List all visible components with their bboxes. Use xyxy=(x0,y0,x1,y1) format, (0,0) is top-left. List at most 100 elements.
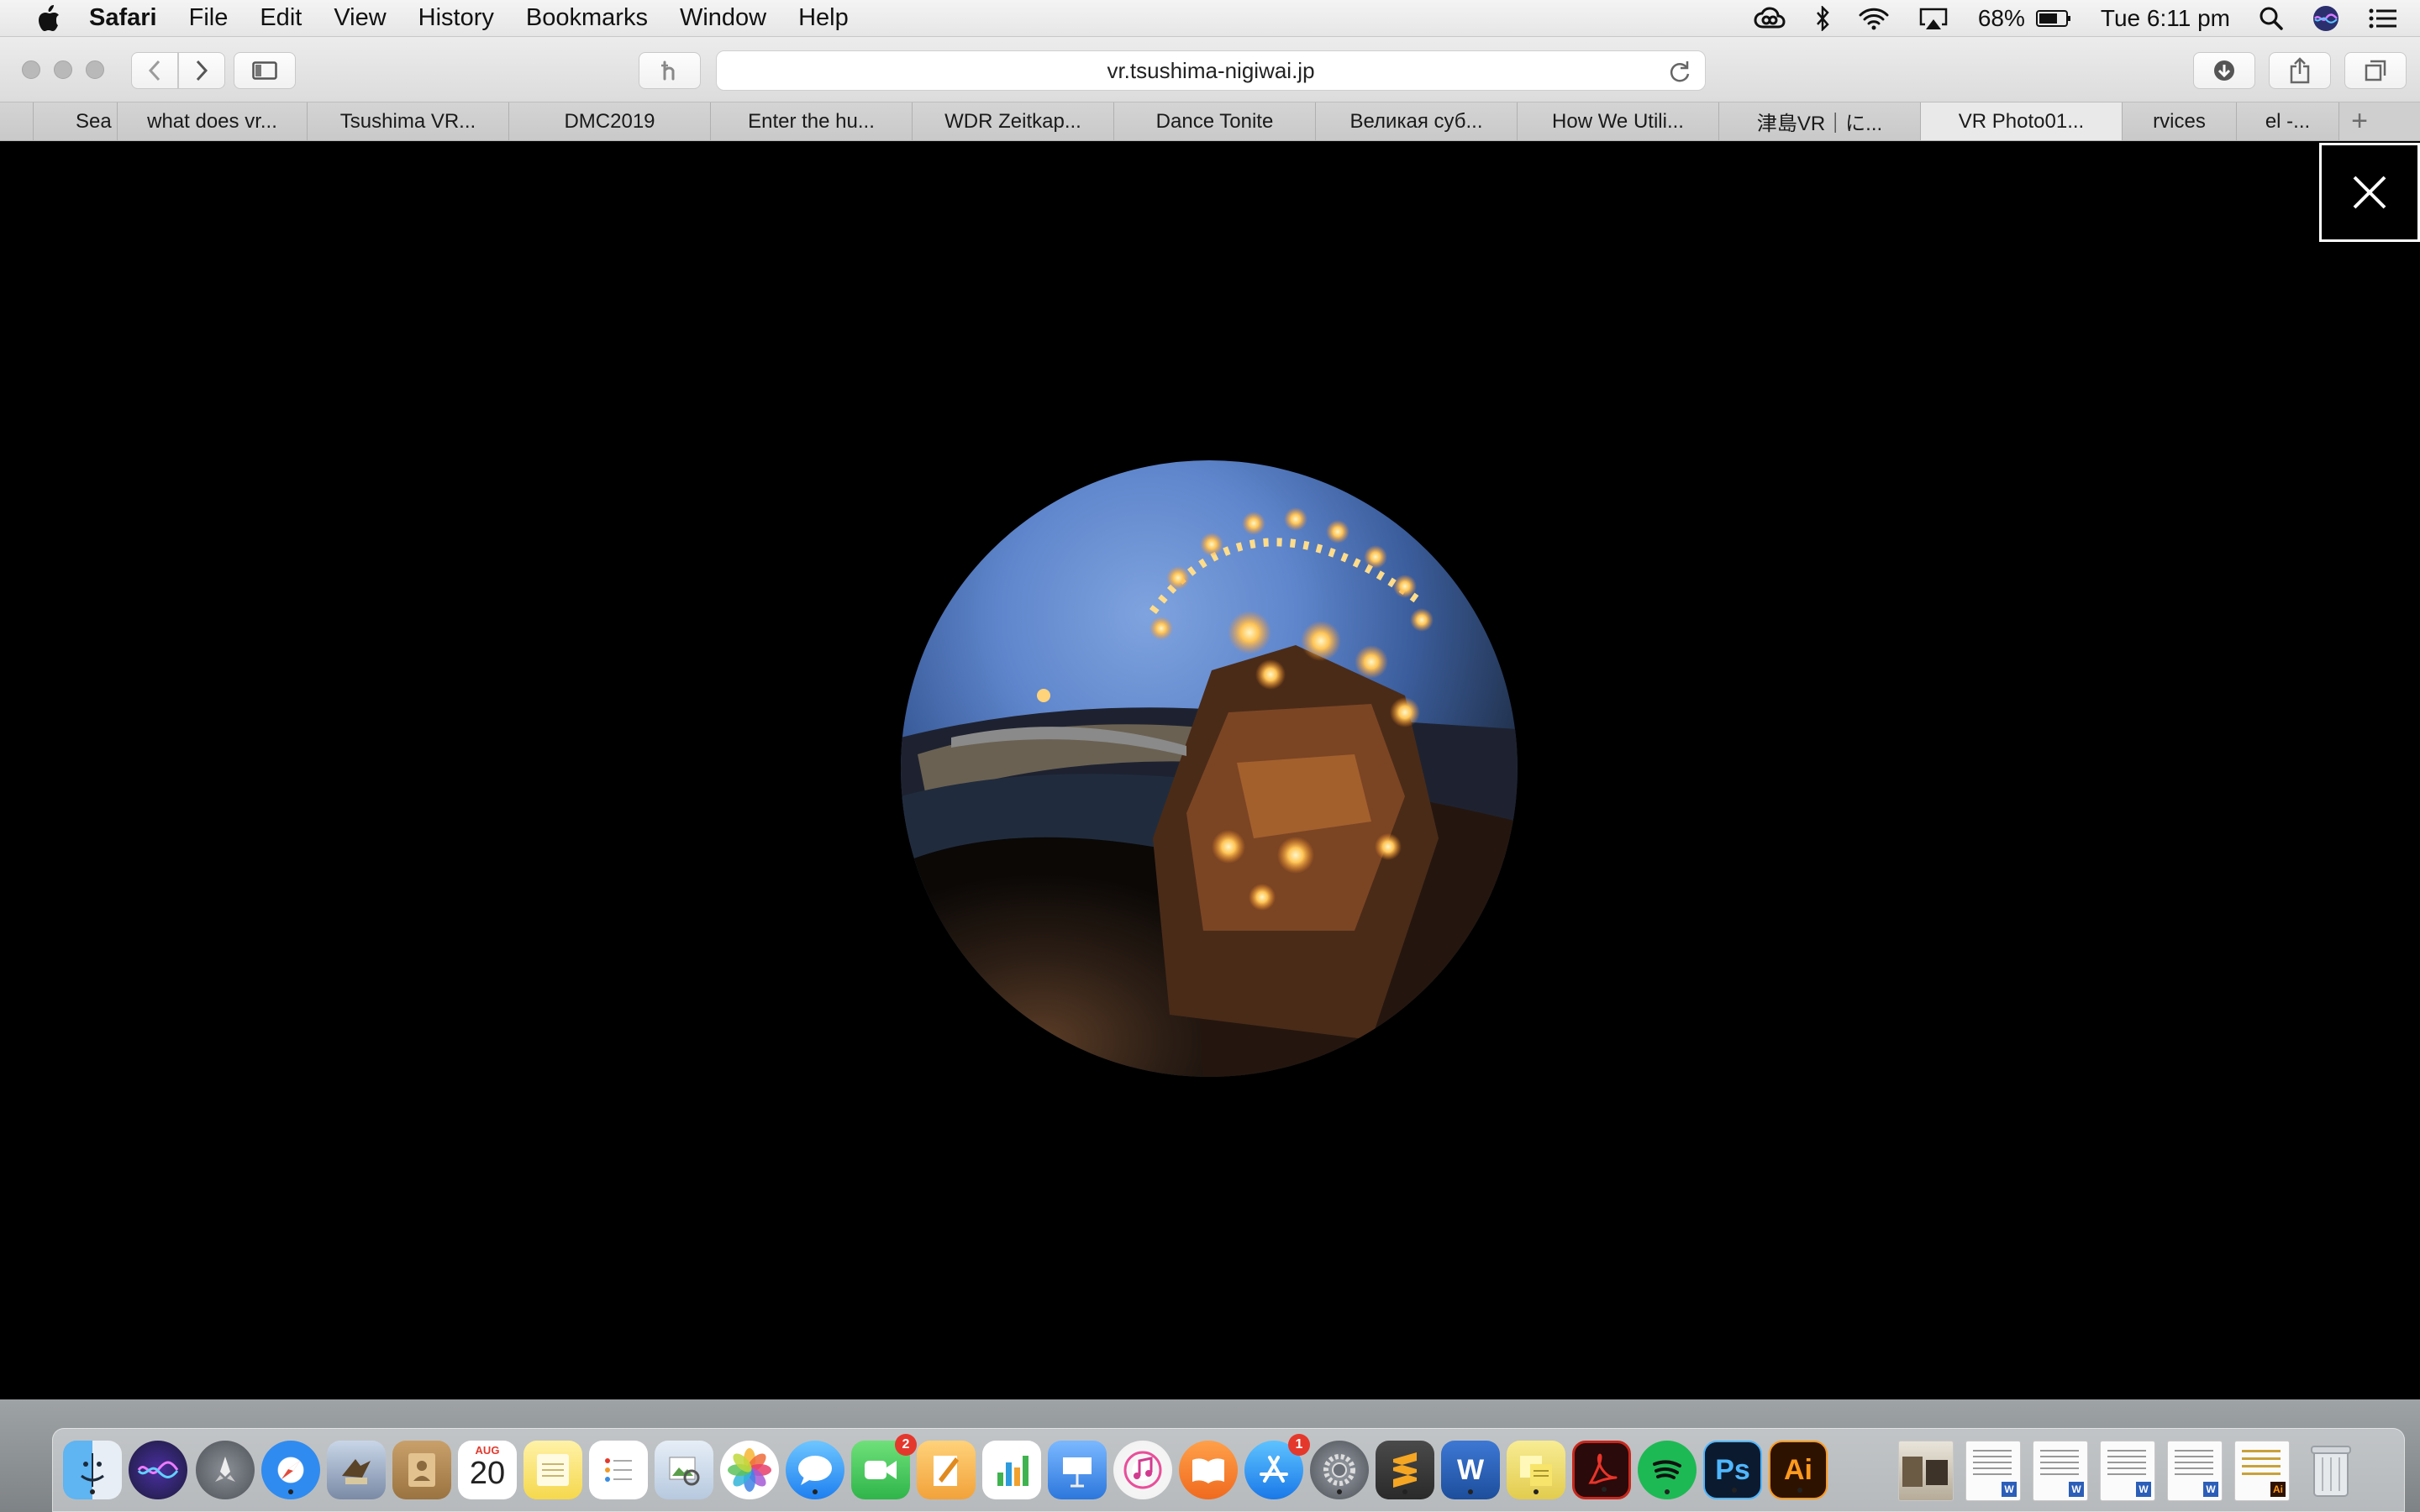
share-icon xyxy=(2290,57,2310,84)
tab-7[interactable]: Великая суб... xyxy=(1316,102,1518,140)
notification-center-icon[interactable] xyxy=(2368,7,2398,30)
tab-overview-button[interactable] xyxy=(2344,52,2407,89)
stickies-icon[interactable] xyxy=(1507,1441,1565,1499)
window-zoom-button[interactable] xyxy=(86,60,104,79)
running-indicator xyxy=(813,1489,818,1494)
illustrator-badge-icon: Ai xyxy=(2270,1482,2286,1497)
apple-menu-icon[interactable] xyxy=(32,3,66,34)
siri-icon[interactable] xyxy=(2312,5,2339,32)
tab-12[interactable]: el -... xyxy=(2237,102,2339,140)
tab-title: what does vr... xyxy=(147,109,277,133)
tab-11[interactable]: rvices xyxy=(2123,102,2237,140)
vr-photo-sphere[interactable] xyxy=(901,460,1518,1077)
minimized-document-thumb[interactable]: W xyxy=(2033,1441,2088,1501)
ibooks-icon[interactable] xyxy=(1179,1441,1238,1499)
address-bar[interactable]: vr.tsushima-nigiwai.jp xyxy=(716,50,1706,91)
preview-icon[interactable] xyxy=(655,1441,713,1499)
word-icon[interactable]: W xyxy=(1441,1441,1500,1499)
siri-dock-icon[interactable] xyxy=(129,1441,187,1499)
illustrator-icon[interactable]: Ai xyxy=(1769,1441,1828,1499)
itunes-icon[interactable] xyxy=(1113,1441,1172,1499)
mail-eagle-icon[interactable] xyxy=(327,1441,386,1499)
reminders-icon[interactable] xyxy=(589,1441,648,1499)
facetime-icon[interactable]: 2 xyxy=(851,1434,917,1499)
trash-icon[interactable] xyxy=(2302,1441,2360,1499)
downloads-button[interactable] xyxy=(2193,52,2255,89)
numbers-icon[interactable] xyxy=(982,1441,1041,1499)
airplay-icon[interactable] xyxy=(1918,6,1949,31)
system-preferences-icon[interactable] xyxy=(1310,1441,1369,1499)
minimized-document-thumb[interactable]: W xyxy=(1965,1441,2021,1501)
tab-4[interactable]: Enter the hu... xyxy=(711,102,913,140)
tab-9[interactable]: 津島VR｜に... xyxy=(1719,102,1921,140)
spotlight-search-icon[interactable] xyxy=(2259,6,2284,31)
menu-help[interactable]: Help xyxy=(798,4,849,32)
tab-title: rvices xyxy=(2153,109,2206,133)
photoshop-label: Ps xyxy=(1715,1453,1750,1486)
menu-file[interactable]: File xyxy=(189,4,229,32)
window-minimize-button[interactable] xyxy=(54,60,72,79)
menu-window[interactable]: Window xyxy=(680,4,766,32)
minimized-illustrator-thumb[interactable]: Ai xyxy=(2234,1441,2290,1501)
tab-5[interactable]: WDR Zeitkap... xyxy=(913,102,1114,140)
photos-icon[interactable] xyxy=(720,1441,779,1499)
extension-icon xyxy=(661,60,675,81)
tab-6[interactable]: Dance Tonite xyxy=(1114,102,1316,140)
tab-title: DMC2019 xyxy=(564,109,655,133)
app-store-badge: 1 xyxy=(1288,1434,1310,1456)
finder-icon[interactable] xyxy=(63,1441,122,1499)
tab-0[interactable]: Sea xyxy=(34,102,118,140)
menu-edit[interactable]: Edit xyxy=(260,4,302,32)
menu-app-safari[interactable]: Safari xyxy=(89,4,157,32)
minimized-window-thumb[interactable] xyxy=(1898,1441,1954,1501)
reload-icon[interactable] xyxy=(1668,60,1691,89)
word-badge-icon: W xyxy=(2002,1482,2017,1497)
sublime-text-icon[interactable] xyxy=(1376,1441,1434,1499)
back-button[interactable] xyxy=(131,52,178,89)
sidebar-toggle-button[interactable] xyxy=(234,52,296,89)
acrobat-icon[interactable] xyxy=(1572,1441,1631,1499)
tab-title: Tsushima VR... xyxy=(339,109,476,133)
bluetooth-icon[interactable] xyxy=(1815,6,1830,31)
minimized-document-thumb[interactable]: W xyxy=(2100,1441,2155,1501)
messages-icon[interactable] xyxy=(786,1441,844,1499)
wifi-icon[interactable] xyxy=(1859,7,1889,30)
tab-2[interactable]: Tsushima VR... xyxy=(308,102,509,140)
close-viewer-button[interactable] xyxy=(2319,143,2420,242)
notes-icon[interactable] xyxy=(523,1441,582,1499)
menu-bookmarks[interactable]: Bookmarks xyxy=(526,4,648,32)
pinned-tab[interactable] xyxy=(0,102,34,140)
spotify-icon[interactable] xyxy=(1638,1441,1697,1499)
battery-icon[interactable] xyxy=(2035,8,2072,29)
minimized-document-thumb[interactable]: W xyxy=(2167,1441,2223,1501)
safari-dock-icon[interactable] xyxy=(261,1441,320,1499)
tab-8[interactable]: How We Utili... xyxy=(1518,102,1719,140)
running-indicator xyxy=(1732,1488,1737,1493)
tab-10-active[interactable]: VR Photo01... xyxy=(1921,102,2123,140)
new-tab-button[interactable]: + xyxy=(2339,102,2380,140)
tab-3[interactable]: DMC2019 xyxy=(509,102,711,140)
clock[interactable]: Tue 6:11 pm xyxy=(2101,5,2230,32)
forward-button[interactable] xyxy=(178,52,225,89)
keynote-icon[interactable] xyxy=(1048,1441,1107,1499)
word-badge-icon: W xyxy=(2203,1482,2218,1497)
tab-title: Dance Tonite xyxy=(1155,109,1274,133)
tab-title: VR Photo01... xyxy=(1958,109,2085,133)
window-close-button[interactable] xyxy=(22,60,40,79)
app-store-icon[interactable]: 1 xyxy=(1244,1434,1310,1499)
calendar-icon[interactable]: AUG 20 xyxy=(458,1441,517,1499)
extension-button[interactable] xyxy=(639,52,701,89)
download-icon xyxy=(2214,60,2234,81)
pages-icon[interactable] xyxy=(917,1441,976,1499)
creative-cloud-icon[interactable] xyxy=(1753,7,1786,30)
launchpad-icon[interactable] xyxy=(196,1441,255,1499)
calendar-month: AUG xyxy=(475,1444,500,1457)
running-indicator xyxy=(1665,1489,1670,1494)
menu-view[interactable]: View xyxy=(334,4,386,32)
share-button[interactable] xyxy=(2269,52,2331,89)
menu-history[interactable]: History xyxy=(418,4,494,32)
contacts-icon[interactable] xyxy=(392,1441,451,1499)
tab-1[interactable]: what does vr... xyxy=(118,102,308,140)
photoshop-icon[interactable]: Ps xyxy=(1703,1441,1762,1499)
running-indicator xyxy=(1602,1487,1607,1492)
